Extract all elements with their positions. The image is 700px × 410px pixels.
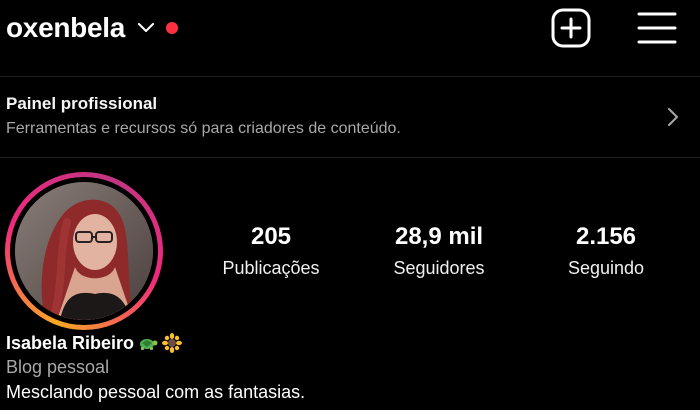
account-switcher[interactable]: oxenbela bbox=[6, 8, 178, 48]
followers-value: 28,9 mil bbox=[394, 223, 484, 250]
sunflower-icon bbox=[162, 333, 183, 353]
chevron-right-icon bbox=[668, 108, 678, 126]
profile-bio: Mesclando pessoal com as fantasias. bbox=[6, 382, 306, 402]
avatar-photo bbox=[15, 182, 153, 320]
professional-dashboard-link[interactable]: Painel profissional Ferramentas e recurs… bbox=[0, 77, 700, 157]
posts-count[interactable]: 205 Publicações bbox=[196, 222, 346, 279]
menu-button[interactable] bbox=[637, 8, 677, 48]
panel-divider bbox=[0, 157, 700, 158]
following-value: 2.156 bbox=[575, 223, 637, 250]
profile-photo-illustration bbox=[15, 182, 153, 320]
followers-count[interactable]: 28,9 mil Seguidores bbox=[364, 222, 514, 279]
profile-category: Blog pessoal bbox=[6, 357, 110, 377]
plus-square-icon bbox=[551, 8, 591, 48]
posts-value: 205 bbox=[250, 223, 292, 250]
create-post-button[interactable] bbox=[551, 8, 591, 48]
professional-panel-subtitle: Ferramentas e recursos só para criadores… bbox=[6, 120, 401, 137]
notification-dot-icon bbox=[165, 22, 178, 34]
full-name: Isabela Ribeiro bbox=[6, 332, 135, 353]
chevron-down-icon bbox=[137, 23, 154, 32]
full-name-row: Isabela Ribeiro bbox=[6, 330, 183, 356]
profile-avatar[interactable] bbox=[5, 172, 163, 330]
username: oxenbela bbox=[6, 12, 125, 43]
posts-label: Publicações bbox=[222, 258, 320, 278]
followers-label: Seguidores bbox=[393, 258, 485, 278]
following-count[interactable]: 2.156 Seguindo bbox=[531, 222, 681, 279]
professional-panel-title: Painel profissional bbox=[6, 94, 158, 113]
hamburger-menu-icon bbox=[637, 12, 677, 44]
turtle-icon bbox=[140, 339, 158, 350]
top-bar: oxenbela bbox=[0, 0, 700, 76]
following-label: Seguindo bbox=[567, 258, 645, 278]
